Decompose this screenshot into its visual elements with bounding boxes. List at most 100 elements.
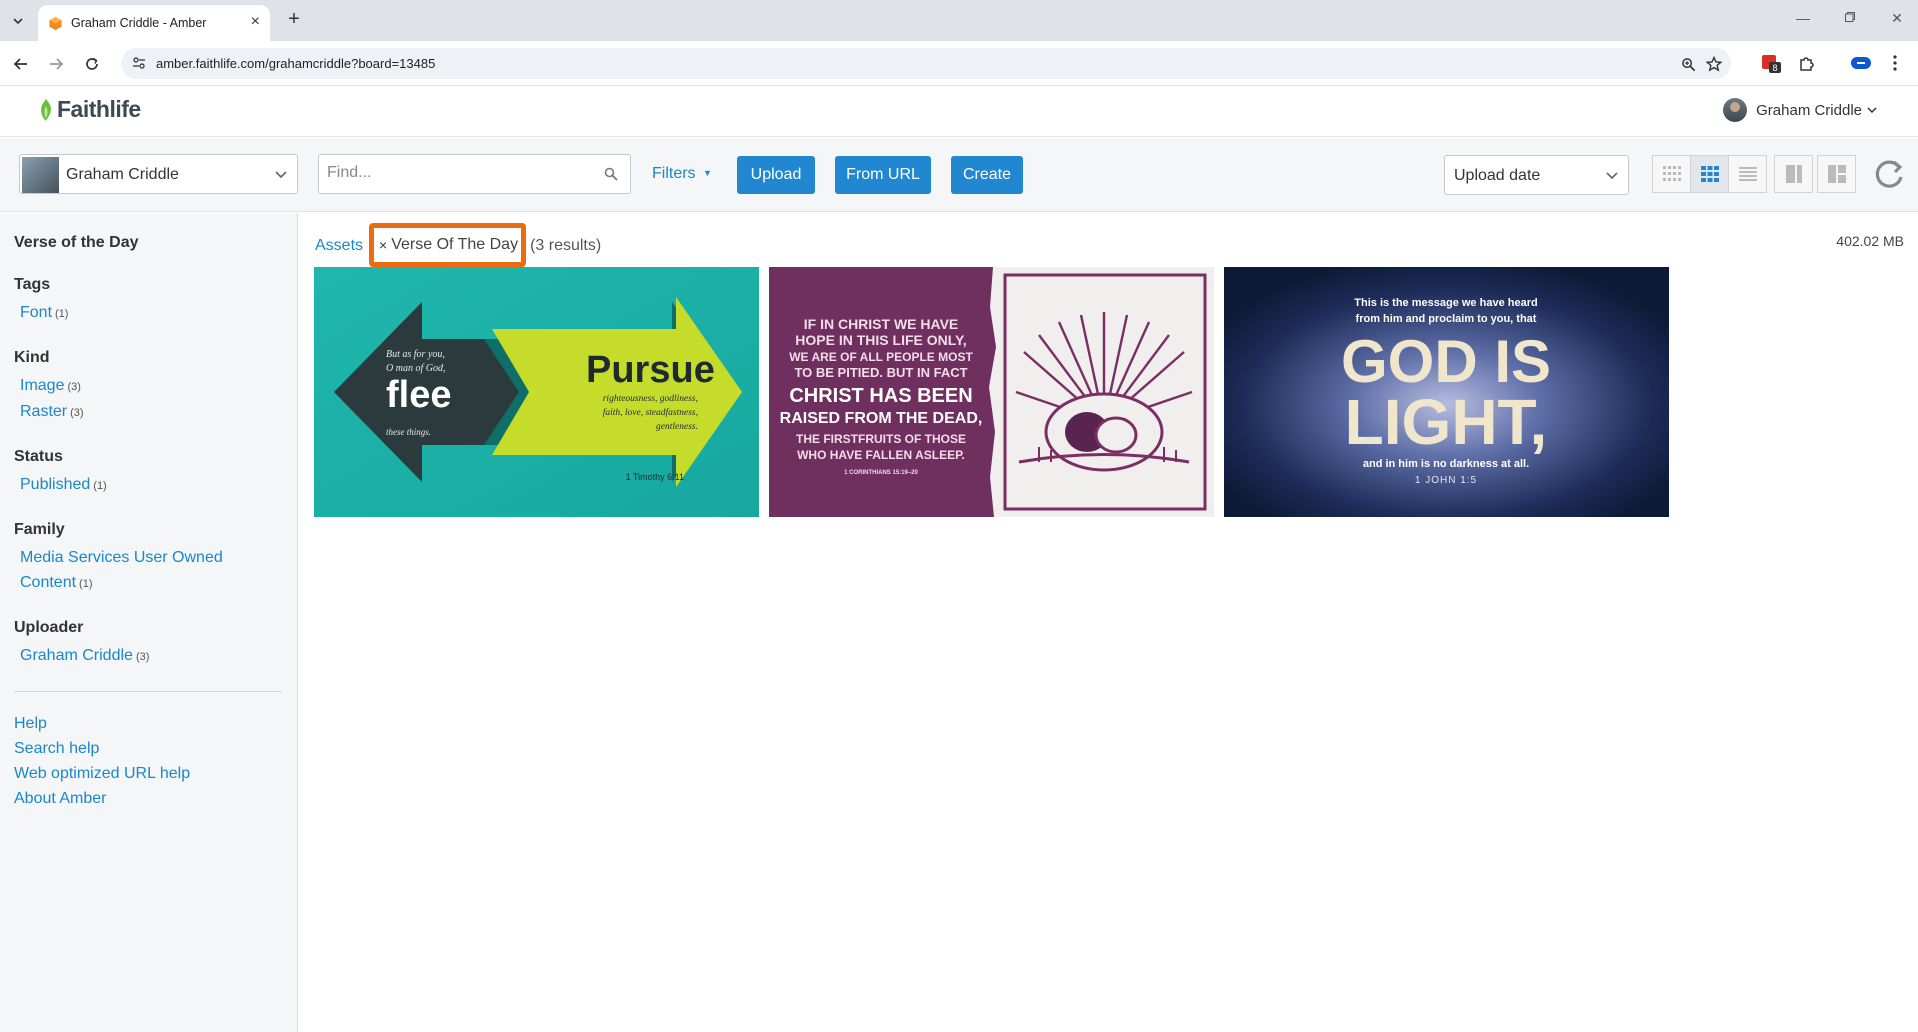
window-close-icon[interactable]: ✕ [1887,10,1907,27]
user-name: Graham Criddle [1756,101,1862,119]
chevron-down-icon [1867,107,1877,114]
view-grid-button[interactable] [1690,155,1729,193]
tab-search-chevron-icon[interactable] [6,9,30,33]
thumb2-line-6: RAISED FROM THE DEAD, [780,410,983,427]
sidebar-item-published[interactable]: Published (1) [20,476,107,494]
refresh-icon[interactable] [1872,157,1906,191]
sort-select[interactable]: Upload date [1444,155,1629,195]
asset-thumbnail-3[interactable]: This is the message we have heard from h… [1224,267,1669,517]
tab-title: Graham Criddle - Amber [71,16,207,30]
upload-button[interactable]: Upload [737,156,815,194]
family-heading: Family [14,521,65,538]
view-list-button[interactable] [1728,155,1767,193]
zoom-icon[interactable] [1679,55,1697,73]
forward-arrow-icon[interactable] [45,53,67,75]
result-count: (3 results) [530,237,602,254]
extension-badge-count: 8 [1772,63,1777,73]
extensions-puzzle-icon[interactable] [1796,52,1818,74]
new-tab-plus-icon[interactable]: + [282,8,306,31]
facet-label: Published [20,476,91,493]
faithlife-logo[interactable]: Faithlife [38,96,141,123]
remove-filter-icon[interactable]: × [379,237,387,253]
bookmark-star-icon[interactable] [1705,55,1723,73]
account-select[interactable]: Graham Criddle [19,154,298,194]
details-panel-icon [1785,165,1802,183]
thumb1-ref: 1 Timothy 6:11 [626,472,684,482]
search-help-link[interactable]: Search help [14,740,99,758]
sidebar-item-raster[interactable]: Raster (3) [20,403,84,421]
sidebar-item-font[interactable]: Font (1) [20,304,68,322]
faithlife-flame-icon [41,98,51,121]
asset-thumbnail-1[interactable]: But as for you, O man of God, flee these… [314,267,759,517]
asset-image-2: IF IN CHRIST WE HAVE HOPE IN THIS LIFE O… [769,267,1214,517]
sidebar-item-image[interactable]: Image (3) [20,377,81,395]
storage-used: 402.02 MB [1836,233,1904,249]
thumb2-ref: 1 CORINTHIANS 15:19–20 [844,470,918,476]
thumb3-line-1: This is the message we have heard [1354,297,1537,309]
thumb2-line-5: CHRIST HAS BEEN [789,385,972,407]
sidebar: Verse of the Day Tags Font (1) Kind Image… [0,213,298,1032]
uploader-heading: Uploader [14,619,84,636]
asset-image-3: This is the message we have heard from h… [1224,267,1669,517]
facet-label: Content [20,574,77,591]
site-info-icon[interactable] [131,55,147,71]
thumb2-line-1: IF IN CHRIST WE HAVE [804,316,959,332]
search-input[interactable] [327,164,587,182]
back-arrow-icon[interactable] [10,53,32,75]
filters-label: Filters [652,165,696,182]
thumb2-line-8: WHO HAVE FALLEN ASLEEP. [797,448,965,462]
web-url-help-link[interactable]: Web optimized URL help [14,765,190,783]
facet-count: (3) [70,407,84,419]
thumb2-line-7: THE FIRSTFRUITS OF THOSE [796,432,966,446]
minimize-icon[interactable]: — [1793,10,1813,26]
profile-icon[interactable] [1850,52,1872,74]
view-small-grid-button[interactable] [1652,155,1691,193]
thumb1-flee: flee [386,374,451,416]
thumb1-text-4: righteousness, godliness, [603,394,698,404]
small-grid-icon [1662,166,1681,181]
toolbar: Graham Criddle Filters ▼ Upload From URL… [0,138,1918,212]
masonry-icon [1827,165,1846,183]
kind-heading: Kind [14,349,50,366]
thumb3-big-1: GOD IS [1341,328,1551,395]
filter-chip-label: Verse Of The Day [391,236,519,253]
user-menu[interactable]: Graham Criddle [1723,98,1878,122]
about-amber-link[interactable]: About Amber [14,790,107,808]
search-icon[interactable] [604,167,618,181]
thumb3-ref: 1 JOHN 1:5 [1415,475,1477,486]
thumb3-line-2: from him and proclaim to you, that [1356,313,1537,325]
filters-dropdown[interactable]: Filters ▼ [652,165,712,183]
sidebar-item-uploader[interactable]: Graham Criddle (3) [20,647,149,665]
sidebar-item-family-line2[interactable]: Content (1) [20,574,93,592]
browser-menu-icon[interactable] [1884,52,1906,74]
extension-badge-icon[interactable]: 8 [1760,52,1782,74]
create-button[interactable]: Create [951,156,1023,194]
chevron-down-icon [1606,172,1618,180]
help-link[interactable]: Help [14,715,47,733]
facet-label: Graham Criddle [20,647,133,664]
tags-heading: Tags [14,276,51,293]
omnibox[interactable]: amber.faithlife.com/grahamcriddle?board=… [121,48,1731,79]
facet-count: (1) [93,480,107,492]
browser-tab-bar: Graham Criddle - Amber × + — ✕ [0,0,1918,41]
thumb2-line-4: TO BE PITIED. BUT IN FACT [794,365,967,380]
logo-text: Faithlife [57,96,141,122]
asset-thumbnail-2[interactable]: IF IN CHRIST WE HAVE HOPE IN THIS LIFE O… [769,267,1214,517]
sidebar-item-family-line1[interactable]: Media Services User Owned [20,549,223,567]
view-details-button[interactable] [1774,155,1813,193]
facet-label: Font [20,304,53,321]
amber-favicon-icon [49,16,62,31]
facet-label: Image [20,377,65,394]
facet-count: (3) [135,651,150,663]
from-url-button[interactable]: From URL [835,156,931,194]
browser-tab-active[interactable]: Graham Criddle - Amber × [38,5,270,41]
restore-icon[interactable] [1840,10,1860,26]
breadcrumb-assets-link[interactable]: Assets [315,237,363,255]
account-name: Graham Criddle [66,166,179,183]
thumb2-line-3: WE ARE OF ALL PEOPLE MOST [789,350,973,364]
thumb1-pursue: Pursue [586,349,715,391]
chevron-down-icon [275,171,287,179]
tab-close-icon[interactable]: × [251,13,260,31]
reload-icon[interactable] [81,53,103,75]
view-masonry-button[interactable] [1817,155,1856,193]
